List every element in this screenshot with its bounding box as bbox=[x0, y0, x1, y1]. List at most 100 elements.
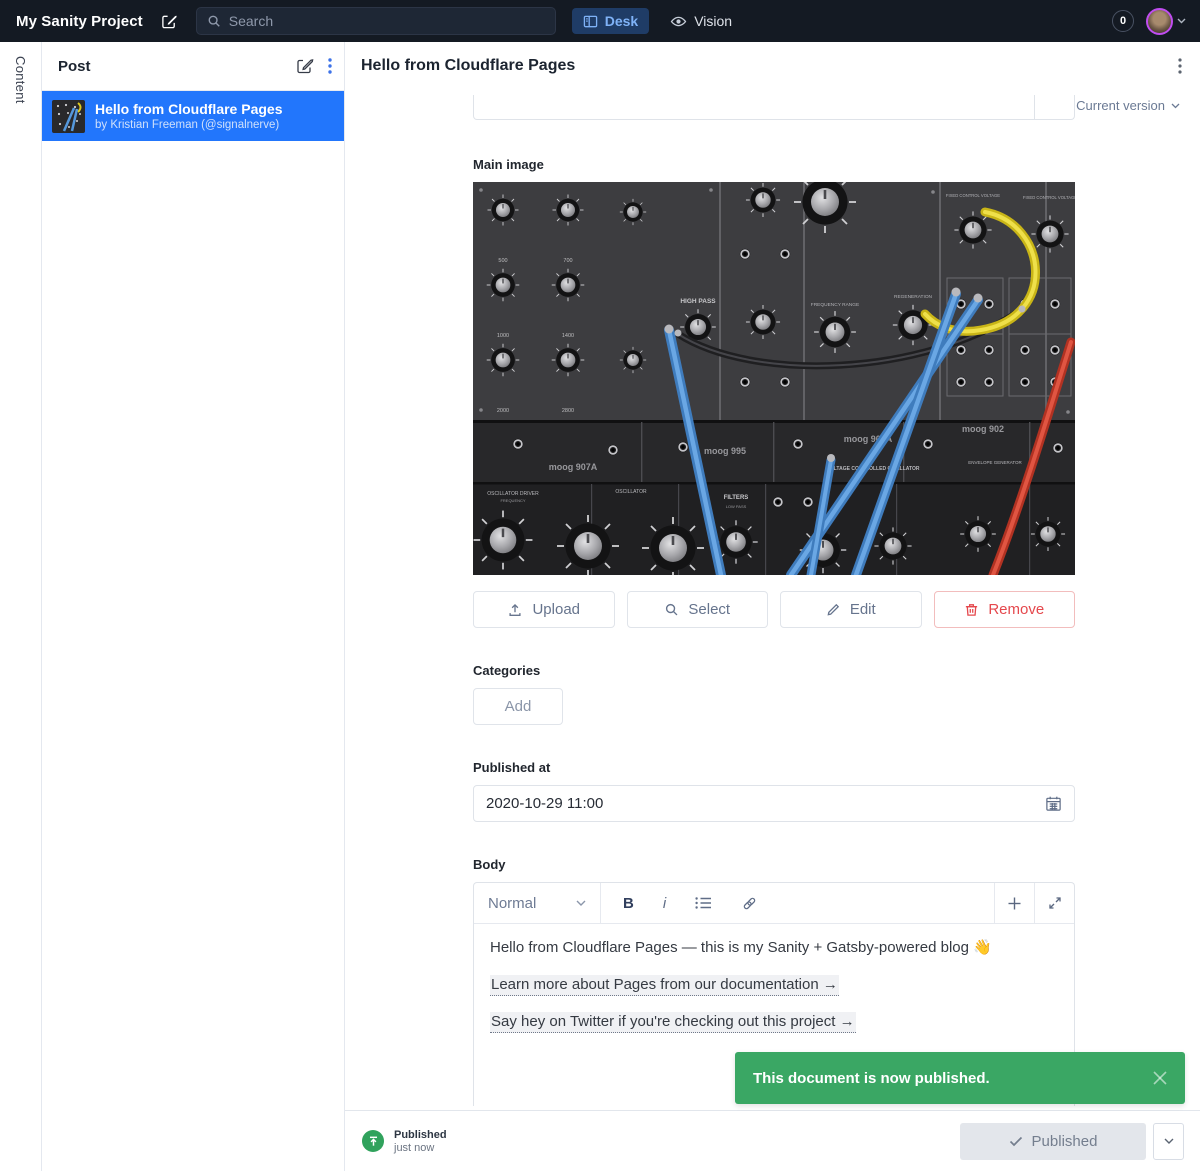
upload-button[interactable]: Upload bbox=[473, 591, 615, 628]
compose-icon bbox=[161, 13, 178, 30]
svg-text:FIXED CONTROL VOLTAGE: FIXED CONTROL VOLTAGE bbox=[946, 193, 1000, 198]
publish-button[interactable]: Published bbox=[960, 1123, 1146, 1160]
topbar-right: 0 bbox=[1112, 8, 1186, 35]
content-strip-label: Content bbox=[13, 56, 28, 1171]
close-icon[interactable] bbox=[1151, 1069, 1169, 1087]
upload-icon bbox=[507, 602, 523, 618]
search-box[interactable] bbox=[196, 7, 556, 35]
post-thumbnail bbox=[52, 100, 85, 133]
expand-editor-button[interactable] bbox=[1034, 883, 1074, 923]
slug-field-partial[interactable] bbox=[473, 95, 1075, 120]
synth-photo: 500700 10001400 20002800 HIGH PASS FREQU… bbox=[473, 182, 1075, 575]
edit-button[interactable]: Edit bbox=[780, 591, 922, 628]
toast-message: This document is now published. bbox=[753, 1070, 990, 1087]
pane-title: Post bbox=[58, 58, 91, 75]
publish-button-label: Published bbox=[1032, 1133, 1098, 1150]
remove-button[interactable]: Remove bbox=[934, 591, 1076, 628]
eye-icon bbox=[670, 14, 687, 29]
published-at-input[interactable] bbox=[486, 795, 1045, 812]
image-actions: Upload Select Edit bbox=[473, 591, 1075, 628]
editor-toolbar: Normal B i bbox=[474, 883, 1074, 924]
categories-label: Categories bbox=[473, 663, 1075, 678]
upload-label: Upload bbox=[532, 601, 580, 618]
body-link-line: Learn more about Pages from our document… bbox=[490, 974, 1058, 996]
kebab-icon bbox=[1178, 58, 1182, 74]
tab-vision-label: Vision bbox=[694, 13, 732, 29]
svg-text:ENVELOPE GENERATOR: ENVELOPE GENERATOR bbox=[968, 460, 1022, 465]
publish-time: just now bbox=[394, 1142, 447, 1154]
style-select-value: Normal bbox=[488, 895, 536, 912]
style-select[interactable]: Normal bbox=[474, 883, 601, 923]
post-list-pane: Post bbox=[42, 42, 345, 1171]
publish-state-text: Published just now bbox=[394, 1129, 447, 1154]
tab-vision[interactable]: Vision bbox=[659, 8, 743, 34]
list-item-text: Hello from Cloudflare Pages by Kristian … bbox=[95, 101, 282, 131]
pane-actions bbox=[296, 57, 332, 75]
trash-icon bbox=[964, 602, 979, 617]
compose-icon bbox=[296, 57, 314, 75]
body-paragraph: Hello from Cloudflare Pages — this is my… bbox=[490, 937, 1058, 959]
add-category-button[interactable]: Add bbox=[473, 688, 563, 725]
chevron-down-icon bbox=[576, 900, 586, 907]
svg-text:moog 995: moog 995 bbox=[704, 446, 746, 456]
search-icon bbox=[664, 602, 679, 617]
desk-icon bbox=[583, 14, 598, 29]
published-at-field bbox=[473, 785, 1075, 822]
project-title: My Sanity Project bbox=[16, 13, 143, 30]
svg-text:moog 902: moog 902 bbox=[962, 424, 1004, 434]
pane-header: Post bbox=[42, 42, 344, 91]
list-item-subtitle: by Kristian Freeman (@signalnerve) bbox=[95, 119, 282, 131]
chevron-down-icon bbox=[1171, 103, 1180, 109]
document-header: Hello from Cloudflare Pages bbox=[345, 42, 1200, 90]
svg-text:HIGH PASS: HIGH PASS bbox=[680, 298, 716, 305]
italic-button[interactable]: i bbox=[663, 895, 666, 912]
publish-menu-button[interactable] bbox=[1153, 1123, 1184, 1160]
select-button[interactable]: Select bbox=[627, 591, 769, 628]
sidebar-content-strip[interactable]: Content bbox=[0, 42, 42, 1171]
svg-text:REGENERATION: REGENERATION bbox=[894, 294, 933, 300]
create-post-button[interactable] bbox=[296, 57, 314, 75]
list-item-post[interactable]: Hello from Cloudflare Pages by Kristian … bbox=[42, 91, 344, 141]
published-icon bbox=[362, 1130, 384, 1152]
kebab-icon bbox=[328, 58, 332, 74]
svg-text:moog 907A: moog 907A bbox=[549, 462, 598, 472]
slug-generate-button[interactable] bbox=[1034, 95, 1074, 119]
calendar-icon[interactable] bbox=[1045, 795, 1062, 812]
main-image-preview[interactable]: 500700 10001400 20002800 HIGH PASS FREQU… bbox=[473, 182, 1075, 575]
svg-text:OSCILLATOR: OSCILLATOR bbox=[615, 489, 647, 495]
document-panel: Hello from Cloudflare Pages Current vers… bbox=[345, 42, 1200, 1171]
svg-text:2800: 2800 bbox=[562, 408, 574, 414]
link-button[interactable] bbox=[741, 895, 758, 912]
search-input[interactable] bbox=[229, 13, 545, 29]
svg-text:1400: 1400 bbox=[562, 333, 574, 339]
publish-status: Published bbox=[394, 1129, 447, 1141]
document-menu-button[interactable] bbox=[1178, 58, 1182, 74]
document-title: Hello from Cloudflare Pages bbox=[361, 57, 575, 75]
svg-text:500: 500 bbox=[498, 258, 507, 264]
publish-state: Published just now bbox=[362, 1129, 447, 1154]
svg-text:2000: 2000 bbox=[497, 408, 509, 414]
svg-text:FREQUENCY RANGE: FREQUENCY RANGE bbox=[811, 302, 859, 308]
chevron-down-icon[interactable] bbox=[1177, 18, 1186, 24]
avatar[interactable] bbox=[1146, 8, 1173, 35]
bold-button[interactable]: B bbox=[623, 895, 634, 912]
version-selector[interactable]: Current version bbox=[1076, 98, 1180, 113]
document-form: Current version Main image bbox=[345, 90, 1200, 1110]
main-image-label: Main image bbox=[473, 157, 1075, 172]
presence-badge[interactable]: 0 bbox=[1112, 10, 1134, 32]
select-label: Select bbox=[688, 601, 730, 618]
svg-text:FIXED CONTROL VOLTAGE: FIXED CONTROL VOLTAGE bbox=[1023, 195, 1075, 200]
tab-desk-label: Desk bbox=[605, 13, 638, 29]
app-frame: Content Post bbox=[0, 42, 1200, 1171]
body-link-2[interactable]: Say hey on Twitter if you're checking ou… bbox=[490, 1012, 856, 1033]
list-item-title: Hello from Cloudflare Pages bbox=[95, 101, 282, 117]
svg-text:700: 700 bbox=[563, 258, 572, 264]
tab-desk[interactable]: Desk bbox=[572, 8, 649, 34]
insert-button[interactable] bbox=[994, 883, 1034, 923]
expand-icon bbox=[1048, 896, 1062, 910]
svg-text:OSCILLATOR DRIVER: OSCILLATOR DRIVER bbox=[487, 491, 539, 497]
new-document-button[interactable] bbox=[161, 13, 178, 30]
pane-menu-button[interactable] bbox=[328, 58, 332, 74]
body-link-1[interactable]: Learn more about Pages from our document… bbox=[490, 975, 839, 996]
bullet-list-button[interactable] bbox=[695, 896, 712, 910]
